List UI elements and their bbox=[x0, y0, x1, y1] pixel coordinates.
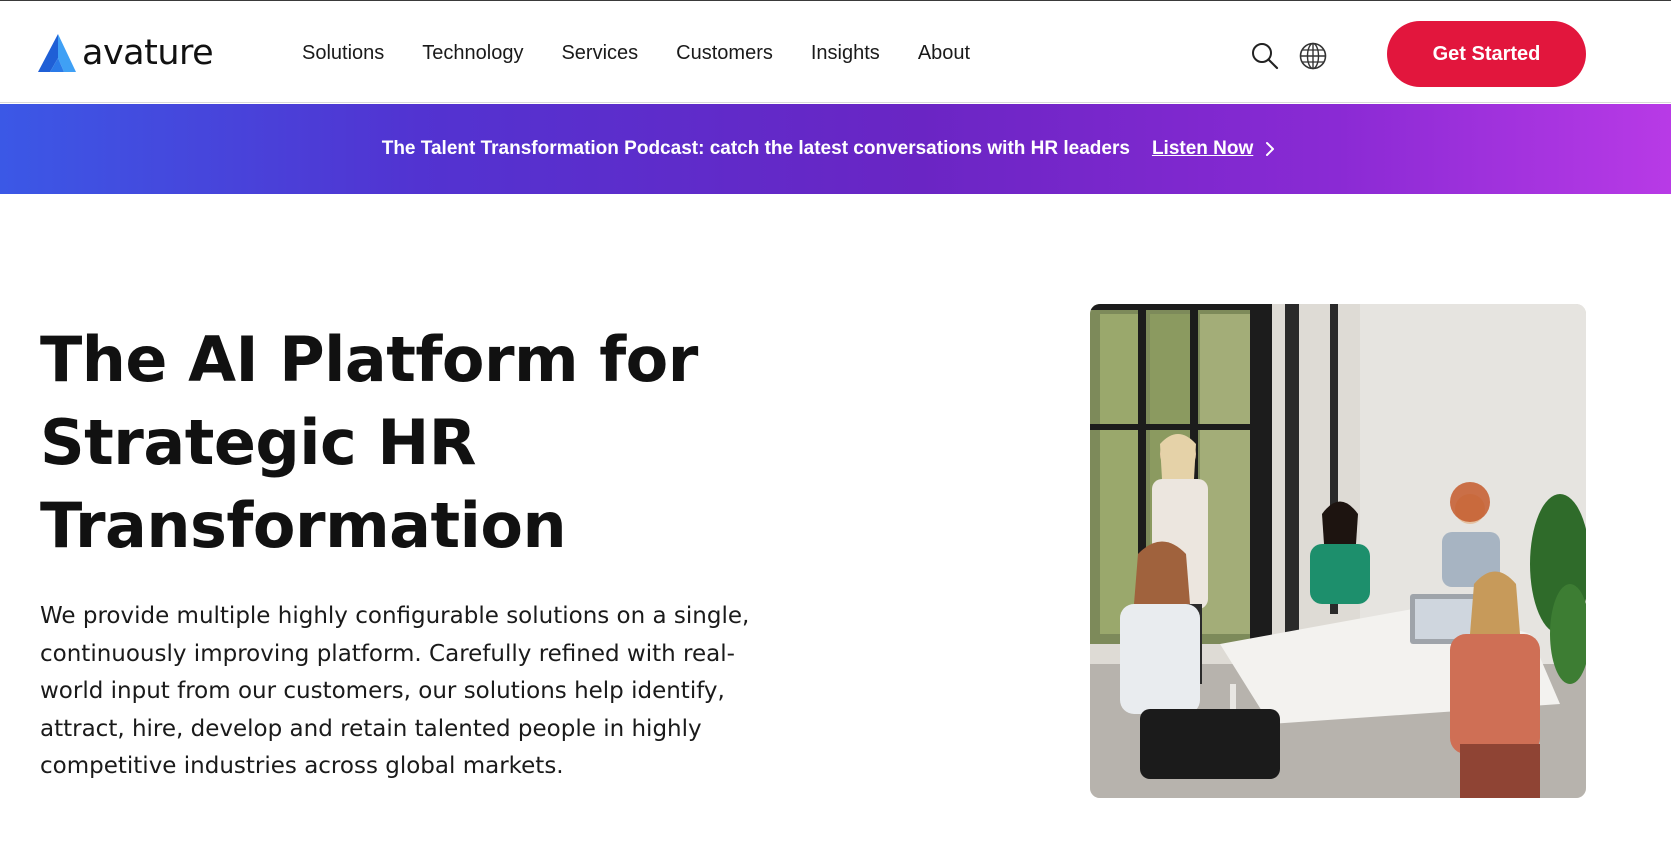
hero-title-line: Strategic HR bbox=[40, 406, 477, 479]
banner-content: The Talent Transformation Podcast: catch… bbox=[382, 138, 1278, 160]
avature-logo-icon bbox=[38, 34, 76, 72]
search-button[interactable] bbox=[1250, 41, 1280, 71]
search-icon bbox=[1252, 43, 1279, 70]
banner-text: The Talent Transformation Podcast: catch… bbox=[381, 138, 1130, 159]
hero-title-line: Transformation bbox=[40, 489, 567, 562]
hero-description-line: world input from our customers, our solu… bbox=[40, 678, 725, 704]
nav-item-services[interactable]: Services bbox=[561, 41, 638, 65]
site-header: avature Solutions Technology Services Cu… bbox=[0, 1, 1671, 103]
nav-item-about[interactable]: About bbox=[918, 41, 970, 65]
language-button[interactable] bbox=[1298, 41, 1328, 71]
hero-title: The AI Platform for Strategic HR Transfo… bbox=[40, 318, 800, 567]
globe-icon bbox=[1299, 42, 1327, 70]
hero-description: We provide multiple highly configurable … bbox=[40, 598, 800, 786]
get-started-button[interactable]: Get Started bbox=[1387, 21, 1586, 87]
hero-description-line: competitive industries across global mar… bbox=[40, 753, 564, 779]
hero-description-line: continuously improving platform. Careful… bbox=[40, 640, 735, 667]
nav-item-solutions[interactable]: Solutions bbox=[302, 41, 384, 65]
main-nav: Solutions Technology Services Customers … bbox=[302, 41, 970, 65]
brand-name: avature bbox=[82, 33, 214, 73]
chevron-right-icon[interactable] bbox=[1263, 140, 1277, 158]
podcast-banner: The Talent Transformation Podcast: catch… bbox=[0, 104, 1671, 194]
hero-photo bbox=[1090, 304, 1586, 798]
logo-link[interactable]: avature bbox=[38, 33, 214, 73]
listen-now-link[interactable]: Listen Now bbox=[1152, 138, 1253, 160]
hero-title-line: The AI Platform for bbox=[40, 323, 698, 396]
hero-description-line: We provide multiple highly configurable … bbox=[40, 603, 750, 629]
nav-item-customers[interactable]: Customers bbox=[676, 41, 773, 65]
nav-item-technology[interactable]: Technology bbox=[422, 41, 523, 65]
nav-item-insights[interactable]: Insights bbox=[811, 41, 880, 65]
meeting-photo-illustration bbox=[1090, 304, 1586, 798]
hero-description-line: attract, hire, develop and retain talent… bbox=[40, 715, 702, 742]
